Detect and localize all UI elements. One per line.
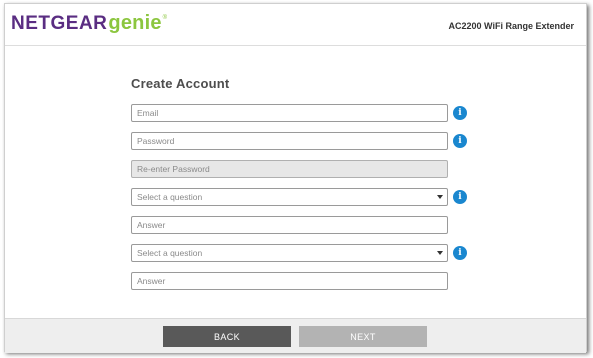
security-question-1-select[interactable]: Select a question bbox=[131, 188, 448, 206]
back-button[interactable]: BACK bbox=[163, 326, 291, 347]
email-info-icon[interactable]: i bbox=[453, 106, 467, 120]
chevron-down-icon bbox=[437, 195, 443, 199]
security-question-1-value: Select a question bbox=[137, 192, 203, 202]
question-2-info-icon[interactable]: i bbox=[453, 246, 467, 260]
next-button[interactable]: NEXT bbox=[299, 326, 427, 347]
chevron-down-icon bbox=[437, 251, 443, 255]
logo-brand: NETGEAR bbox=[11, 13, 108, 34]
logo-product: genie bbox=[108, 12, 162, 34]
page-title: Create Account bbox=[131, 76, 230, 91]
password-field[interactable] bbox=[131, 132, 448, 150]
footer-bar: BACK NEXT bbox=[5, 318, 586, 353]
product-name: AC2200 WiFi Range Extender bbox=[448, 21, 574, 31]
answer-1-field[interactable] bbox=[131, 216, 448, 234]
email-field[interactable] bbox=[131, 104, 448, 122]
app-window: NETGEAR genie ® AC2200 WiFi Range Extend… bbox=[4, 3, 587, 353]
security-question-2-select[interactable]: Select a question bbox=[131, 244, 448, 262]
create-account-form: Create Account i i Select a question i S… bbox=[5, 46, 586, 318]
trademark-mark: ® bbox=[162, 15, 168, 21]
password-info-icon[interactable]: i bbox=[453, 134, 467, 148]
answer-2-field[interactable] bbox=[131, 272, 448, 290]
reenter-password-field bbox=[131, 160, 448, 178]
question-1-info-icon[interactable]: i bbox=[453, 190, 467, 204]
header: NETGEAR genie ® AC2200 WiFi Range Extend… bbox=[5, 4, 586, 46]
security-question-2-value: Select a question bbox=[137, 248, 203, 258]
netgear-genie-logo: NETGEAR genie ® bbox=[11, 12, 167, 35]
